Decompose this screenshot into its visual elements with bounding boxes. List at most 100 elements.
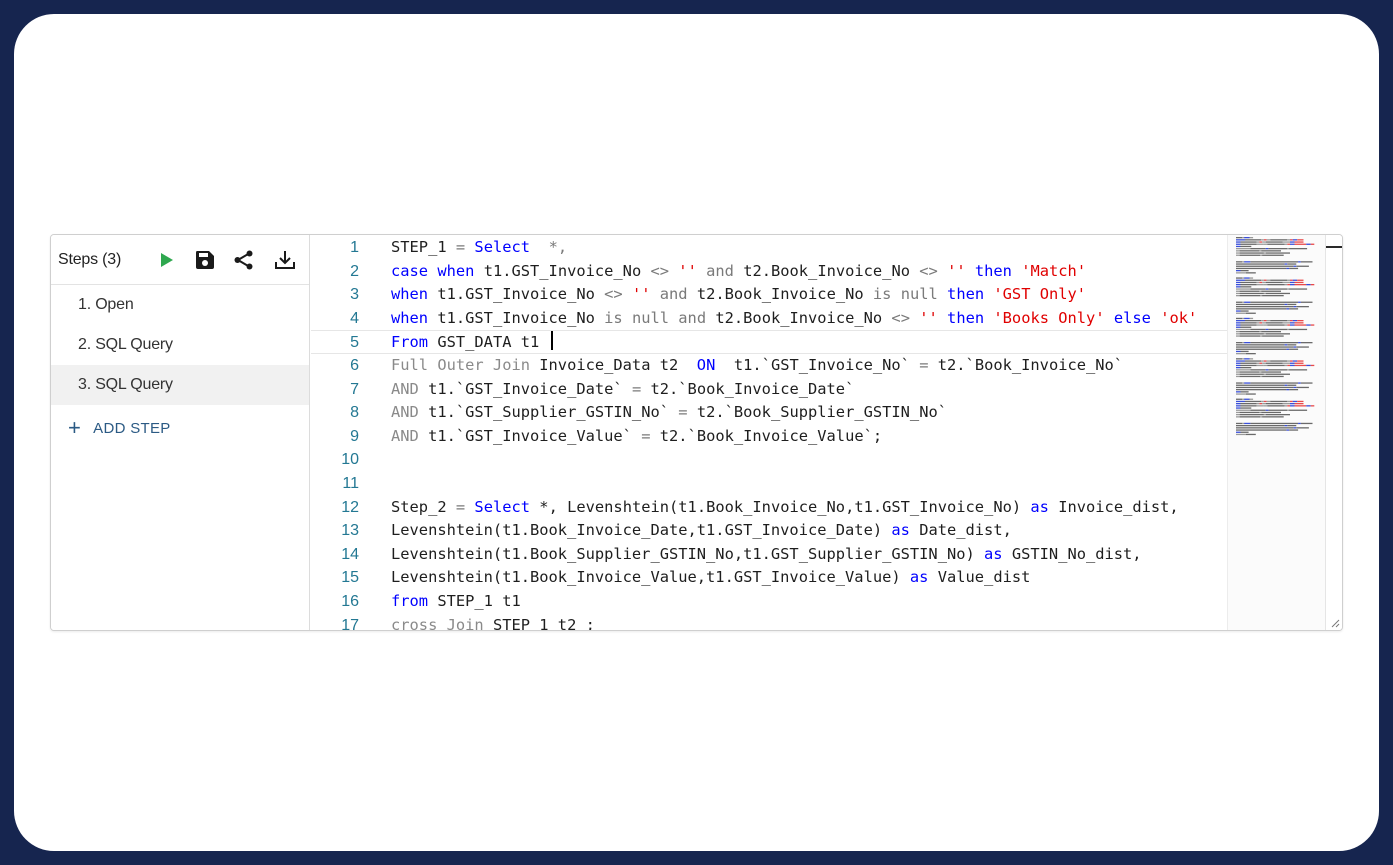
minimap-mark [1236,411,1240,414]
minimap-mark [1265,292,1290,295]
minimap-mark [1300,422,1313,425]
code-token: as [891,521,920,540]
code-text: Levenshtein(t1.Book_Supplier_GSTIN_No,t1… [391,543,1142,567]
code-line[interactable]: 12 Step_2 = Select *, Levenshtein(t1.Book… [311,496,1227,520]
minimap-mark [1293,346,1297,348]
code-line[interactable]: 9 AND t1.`GST_Invoice_Value` = t2.`Book_I… [311,425,1227,449]
code-line[interactable]: 10 [311,448,1227,472]
minimap-mark [1284,364,1288,367]
minimap-mark [1287,384,1297,386]
minimap-mark [1240,281,1257,284]
vertical-scrollbar[interactable] [1325,235,1342,630]
workflow-panel: Steps (3) 1. Open 2. SQL Query 3. SQL Qu… [50,234,1343,631]
minimap-mark [1256,281,1260,284]
minimap-mark [1260,335,1263,337]
minimap-mark [1296,386,1309,389]
code-line[interactable]: 14 Levenshtein(t1.Book_Supplier_GSTIN_No,… [311,543,1227,567]
minimap-mark [1245,393,1256,395]
minimap-mark [1240,270,1249,272]
minimap-mark [1236,261,1243,263]
minimap-mark [1296,346,1309,348]
code-line[interactable]: 16 from STEP_1 t1 [311,590,1227,614]
step-item-open[interactable]: 1. Open [51,285,309,325]
code-token: Value_dist [937,568,1031,587]
add-step-button[interactable]: + ADD STEP [51,405,309,451]
minimap-mark [1236,348,1287,350]
minimap-mark [1236,254,1240,256]
minimap-mark [1244,301,1251,303]
minimap-mark [1287,320,1290,322]
minimap-mark [1290,239,1293,241]
code-token: else [1113,308,1161,327]
line-number: 1 [350,239,359,256]
code-line[interactable]: 17 cross Join STEP_1 t2 ; [311,614,1227,630]
minimap-mark [1290,403,1295,405]
minimap-mark [1286,429,1290,431]
line-number: 15 [341,569,359,587]
code-minimap[interactable] [1227,235,1325,630]
minimap-mark [1306,243,1311,245]
minimap-mark [1300,342,1313,344]
share-button[interactable] [232,248,256,272]
minimap-mark [1240,320,1245,322]
minimap-mark [1236,405,1241,407]
sql-code-editor[interactable]: 1 STEP_1 = Select *, 2 case when t1.GST_Inv… [311,235,1227,630]
code-line[interactable]: 8 AND t1.`GST_Supplier_GSTIN_No` = t2.`Bo… [311,401,1227,425]
code-line[interactable]: 5 From GST_DATA t1 [311,330,1227,354]
code-line[interactable]: 3 when t1.GST_Invoice_No <> '' and t2.Boo… [311,283,1227,307]
minimap-mark [1290,364,1295,367]
minimap-mark [1306,364,1311,367]
download-button[interactable] [273,248,297,272]
code-line[interactable]: 11 [311,472,1227,496]
minimap-mark [1240,405,1257,407]
save-button[interactable] [193,248,217,272]
minimap-mark [1265,369,1269,371]
minimap-mark [1266,320,1271,322]
minimap-mark [1239,375,1261,378]
minimap-mark [1242,317,1245,320]
minimap-mark [1310,324,1315,326]
minimap-mark [1250,288,1266,290]
minimap-mark [1262,335,1284,337]
step-item-sql-query-2[interactable]: 3. SQL Query [51,365,309,405]
code-line[interactable]: 4 when t1.GST_Invoice_No is null and t2.B… [311,307,1227,331]
minimap-mark [1282,362,1290,364]
scrollbar-thumb[interactable] [1326,246,1342,248]
code-line[interactable]: 1 STEP_1 = Select *, [311,236,1227,260]
minimap-mark [1250,301,1299,303]
code-token: from [391,592,438,610]
code-line[interactable]: 13 Levenshtein(t1.Book_Invoice_Date,t1.GS… [311,519,1227,543]
minimap-mark [1289,267,1299,270]
minimap-mark [1240,322,1257,324]
line-number: 16 [341,593,359,610]
code-token: <> [604,285,632,304]
minimap-mark [1240,326,1252,328]
code-token: t2.Book_Invoice_No [715,308,892,327]
minimap-mark [1236,335,1240,337]
minimap-mark [1236,391,1241,393]
minimap-mark [1245,312,1256,314]
minimap-mark [1250,342,1299,344]
minimap-mark [1236,252,1240,254]
step-item-sql-query-1[interactable]: 2. SQL Query [51,325,309,365]
minimap-mark [1287,239,1290,241]
line-number: 8 [350,404,359,422]
minimap-mark [1266,239,1271,241]
minimap-mark [1262,403,1266,405]
code-token: case [391,261,438,280]
code-token: 'Match' [1021,261,1087,280]
code-line[interactable]: 2 case when t1.GST_Invoice_No <> '' and t… [311,260,1227,284]
code-line[interactable]: 7 AND t1.`GST_Invoice_Date` = t2.`Book_In… [311,378,1227,402]
minimap-mark [1236,284,1241,286]
code-token: as [984,544,1012,563]
minimap-mark [1284,405,1288,407]
code-line[interactable]: 6 Full Outer Join Invoice_Data t2 ON t1.`… [311,354,1227,378]
minimap-mark [1287,328,1290,331]
resize-handle-icon[interactable] [1330,618,1340,628]
minimap-mark [1270,279,1288,281]
minimap-mark [1259,241,1263,243]
minimap-mark [1236,344,1285,346]
run-button[interactable] [155,248,179,272]
code-line[interactable]: 15 Levenshtein(t1.Book_Invoice_Value,t1.G… [311,566,1227,590]
minimap-mark [1284,243,1288,245]
